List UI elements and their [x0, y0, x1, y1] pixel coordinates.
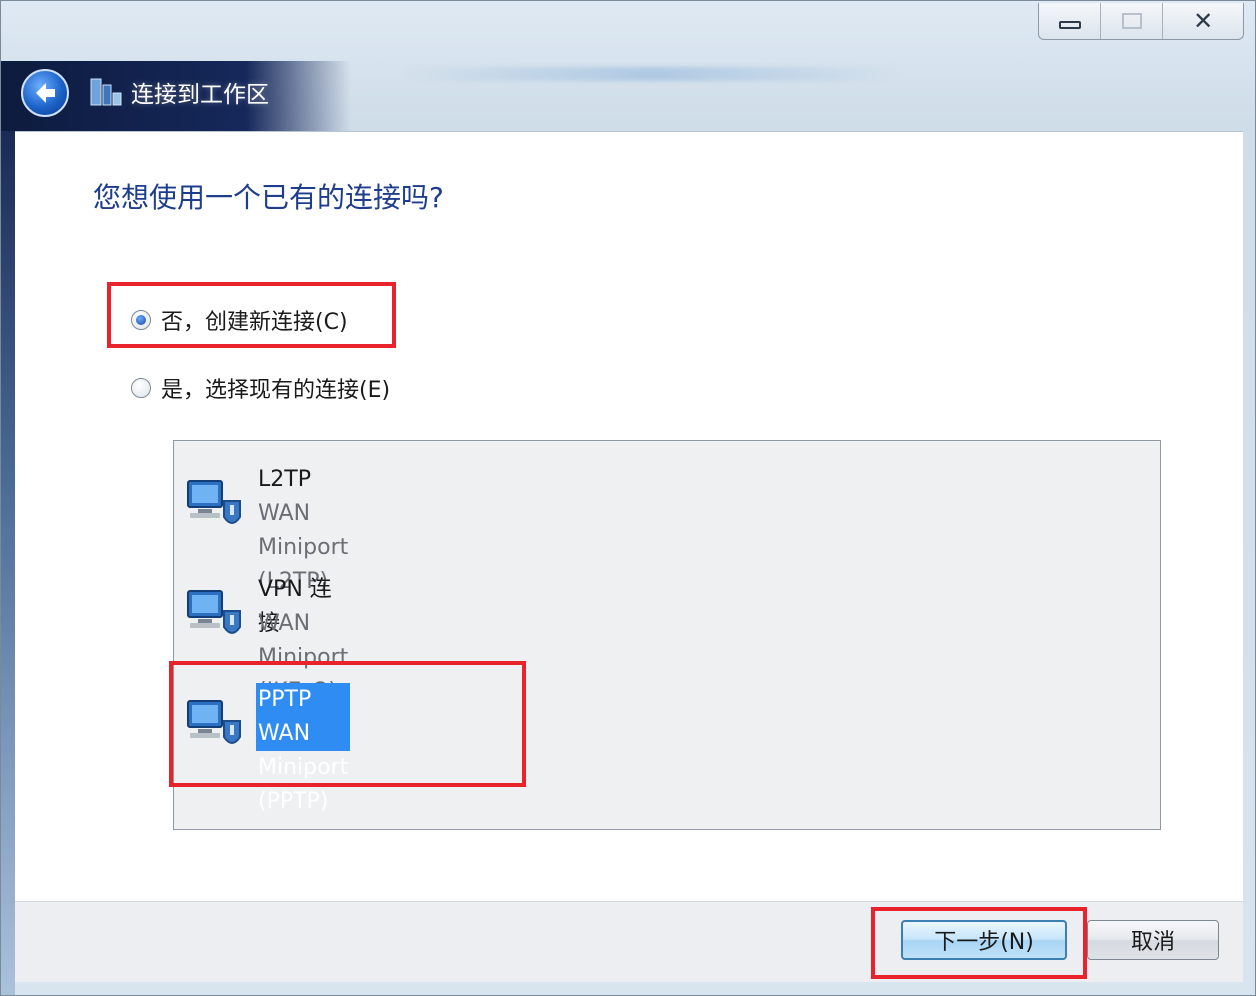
dialog-window: ✕ 连接到工作区 您想使用一个已有的连接吗? 否，创建新连接(C) 是，选择现有… — [0, 0, 1256, 996]
connection-name: VPN 连接 — [258, 577, 332, 636]
maximize-button[interactable] — [1101, 3, 1164, 39]
connection-name: L2TP — [258, 467, 311, 492]
wizard-footer: 下一步(N) 取消 — [15, 901, 1243, 982]
next-button[interactable]: 下一步(N) — [901, 920, 1067, 960]
minimize-icon — [1058, 21, 1081, 29]
back-arrow-icon — [36, 83, 55, 103]
page-heading: 您想使用一个已有的连接吗? — [93, 181, 444, 214]
cancel-button[interactable]: 取消 — [1087, 920, 1219, 960]
option-existing-connection-label: 是，选择现有的连接(E) — [161, 378, 391, 403]
radio-new-connection[interactable] — [131, 310, 151, 330]
caption-buttons: ✕ — [1038, 3, 1244, 40]
network-vpn-icon — [187, 590, 241, 634]
wizard-content: 您想使用一个已有的连接吗? 否，创建新连接(C) 是，选择现有的连接(E) L2… — [15, 131, 1243, 902]
close-button[interactable]: ✕ — [1163, 3, 1243, 39]
close-icon: ✕ — [1193, 7, 1214, 35]
option-existing-connection[interactable]: 是，选择现有的连接(E) — [131, 372, 390, 404]
network-vpn-icon — [187, 480, 241, 524]
radio-selected-dot — [136, 315, 146, 325]
option-new-connection-label: 否，创建新连接(C) — [161, 310, 348, 335]
back-button[interactable] — [21, 69, 69, 117]
window-left-border — [1, 131, 15, 995]
highlight-box-pptp — [169, 661, 526, 787]
connection-device: WAN Miniport (L2TP) — [258, 501, 349, 594]
connection-device: WAN Miniport (IKEv2) — [258, 611, 349, 704]
option-new-connection[interactable]: 否，创建新连接(C) — [131, 304, 348, 336]
radio-existing-connection[interactable] — [131, 378, 151, 398]
titlebar-glow — [401, 67, 901, 81]
workplace-connection-icon — [90, 78, 122, 106]
maximize-icon — [1121, 13, 1142, 29]
window-title: 连接到工作区 — [131, 82, 269, 108]
minimize-button[interactable] — [1039, 3, 1102, 39]
